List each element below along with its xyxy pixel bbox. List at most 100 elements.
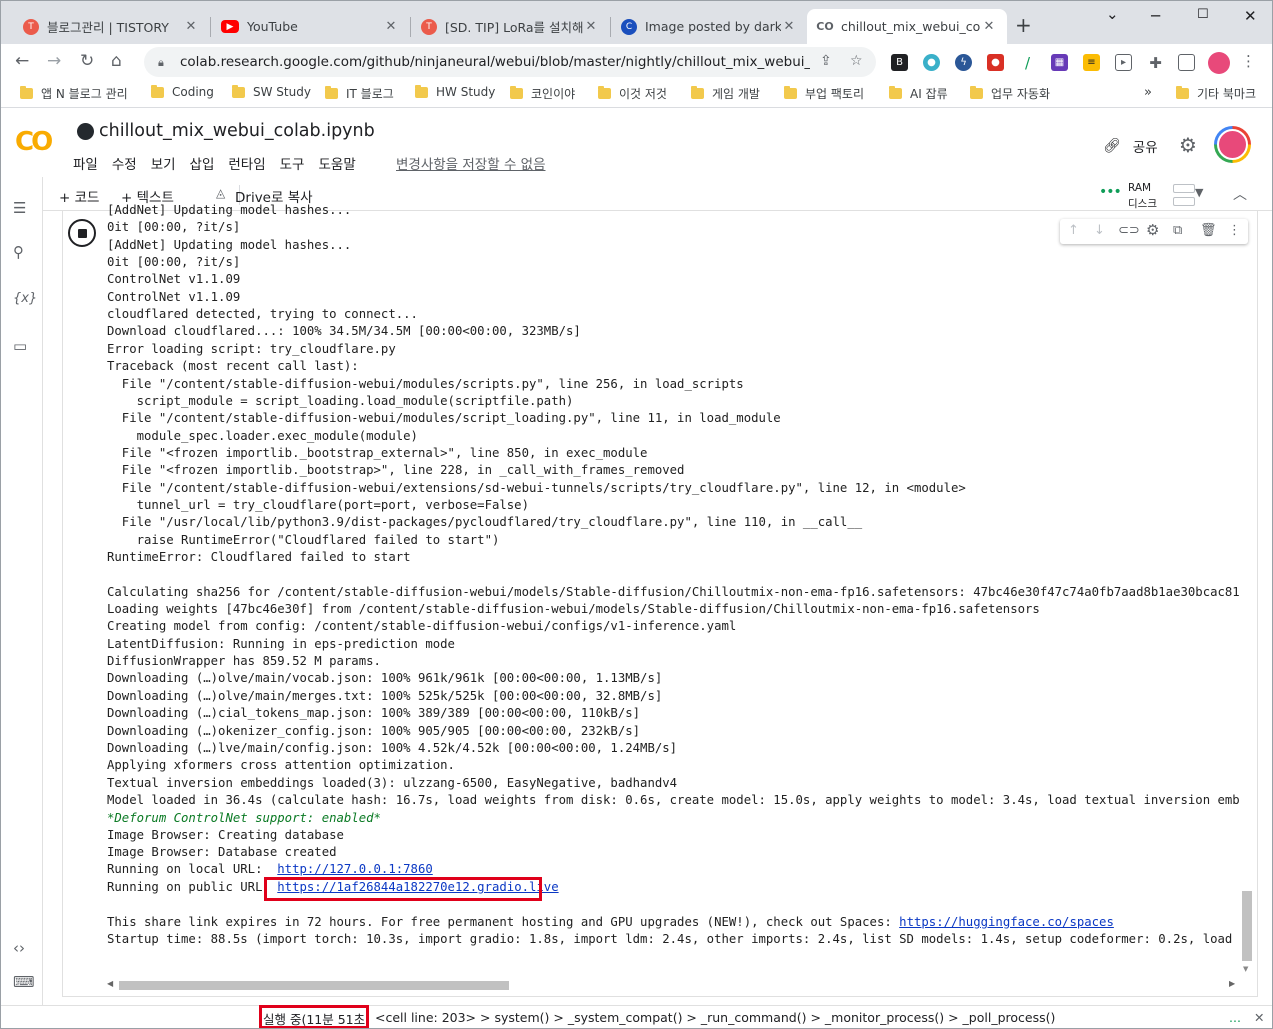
- menu-insert[interactable]: 삽입: [190, 153, 215, 173]
- variables-icon[interactable]: {x}: [13, 291, 37, 306]
- window-close-button[interactable]: ✕: [1244, 7, 1257, 25]
- extension-record-icon[interactable]: ●: [987, 54, 1004, 71]
- extension-highlight-icon[interactable]: ≡: [1083, 54, 1100, 71]
- output-line: 0it [00:00, ?it/s]: [107, 255, 241, 270]
- vertical-scrollbar[interactable]: ▼: [1241, 213, 1253, 977]
- new-tab-button[interactable]: +: [1015, 13, 1032, 37]
- unsaved-notice[interactable]: 변경사항을 저장할 수 없음: [396, 153, 546, 173]
- output-line: Downloading (…)olve/main/merges.txt: 100…: [107, 688, 663, 703]
- other-bookmarks[interactable]: 기타 북마크: [1176, 85, 1256, 102]
- menu-help[interactable]: 도움말: [318, 153, 355, 173]
- search-icon[interactable]: ⚲: [13, 243, 24, 261]
- scrollbar-thumb[interactable]: [119, 981, 509, 990]
- link-icon[interactable]: ⊂⊃: [1118, 223, 1140, 238]
- maximize-button[interactable]: ☐: [1197, 7, 1209, 22]
- tab-strip: T 블로그관리 | TISTORY ✕ ▶ YouTube ✕ T [SD. T…: [1, 1, 1272, 44]
- forward-button[interactable]: →: [47, 51, 61, 71]
- gear-icon[interactable]: ⚙: [1179, 133, 1197, 157]
- menu-file[interactable]: 파일: [73, 153, 98, 173]
- stop-execution-button[interactable]: [68, 219, 96, 247]
- extensions-puzzle-icon[interactable]: ✚: [1147, 54, 1164, 72]
- output-line: Download cloudflared...: 100% 34.5M/34.5…: [107, 324, 581, 339]
- menu-view[interactable]: 보기: [151, 153, 176, 173]
- bookmark-folder[interactable]: 이것 저것: [598, 85, 667, 102]
- local-url-link[interactable]: http://127.0.0.1:7860: [277, 862, 432, 876]
- home-icon[interactable]: ⌂: [111, 51, 122, 71]
- notebook-title[interactable]: chillout_mix_webui_colab.ipynb: [99, 121, 375, 141]
- reload-button[interactable]: ↻: [80, 51, 94, 71]
- close-icon[interactable]: ✕: [781, 19, 797, 34]
- close-icon[interactable]: ✕: [183, 19, 199, 34]
- tab-colab[interactable]: CO chillout_mix_webui_colab ✕: [807, 9, 1007, 44]
- minimize-button[interactable]: ─: [1151, 7, 1160, 25]
- terminal-icon[interactable]: ⌨: [13, 973, 35, 991]
- gear-icon[interactable]: ⚙: [1146, 221, 1159, 239]
- tab-search-icon[interactable]: ⌄: [1106, 5, 1119, 23]
- tab-civitai[interactable]: C Image posted by darkstone ✕: [611, 9, 807, 44]
- folder-icon[interactable]: ▭: [13, 337, 27, 355]
- avatar[interactable]: [1214, 126, 1251, 163]
- chevron-down-icon[interactable]: ▼: [1195, 186, 1203, 199]
- extension-grid-icon[interactable]: ▦: [1051, 54, 1068, 71]
- bookmark-folder[interactable]: IT 블로그: [325, 85, 394, 102]
- tab-tistory[interactable]: T 블로그관리 | TISTORY ✕: [13, 9, 209, 44]
- close-icon[interactable]: ✕: [981, 19, 997, 34]
- extension-b-icon[interactable]: B: [891, 54, 908, 71]
- move-down-icon[interactable]: ↓: [1094, 223, 1105, 238]
- avatar[interactable]: [1208, 52, 1230, 74]
- extension-chat-icon[interactable]: ●: [923, 54, 940, 71]
- menu-edit[interactable]: 수정: [112, 153, 137, 173]
- back-button[interactable]: ←: [15, 51, 29, 71]
- bookmarks-overflow-button[interactable]: »: [1144, 85, 1152, 100]
- more-icon[interactable]: ⋮: [1228, 223, 1241, 238]
- spaces-link[interactable]: https://huggingface.co/spaces: [899, 915, 1114, 929]
- share-page-icon[interactable]: ⇪: [820, 53, 832, 69]
- bookmark-star-icon[interactable]: ☆: [850, 53, 863, 69]
- chevron-up-icon[interactable]: ︿: [1233, 184, 1247, 204]
- bookmark-folder[interactable]: SW Study: [232, 84, 311, 99]
- close-icon[interactable]: ✕: [1254, 1010, 1264, 1025]
- toc-icon[interactable]: ☰: [13, 199, 26, 217]
- bookmark-folder[interactable]: HW Study: [415, 84, 495, 99]
- close-icon[interactable]: ✕: [583, 19, 599, 34]
- more-menu-icon[interactable]: ⋮: [1241, 52, 1256, 70]
- colab-logo[interactable]: CO: [15, 127, 53, 157]
- bookmark-folder[interactable]: Coding: [151, 84, 214, 99]
- code-snippets-icon[interactable]: ‹›: [13, 939, 25, 957]
- call-stack[interactable]: <cell line: 203> > system() > _system_co…: [375, 1010, 1055, 1025]
- bookmark-folder[interactable]: AI 잡류: [889, 85, 948, 102]
- side-panel-icon[interactable]: [1178, 54, 1195, 71]
- bookmark-folder[interactable]: 업무 자동화: [970, 85, 1050, 102]
- extension-bolt-icon[interactable]: ϟ: [955, 54, 972, 71]
- folder-icon: [784, 86, 797, 99]
- add-code-button[interactable]: + 코드: [59, 186, 99, 206]
- scroll-right-icon[interactable]: ▶: [1229, 979, 1235, 988]
- menu-tools[interactable]: 도구: [280, 153, 305, 173]
- extension-media-icon[interactable]: ▸: [1115, 54, 1132, 71]
- tab-sd-tip[interactable]: T [SD. TIP] LoRa를 설치해서 ✕: [411, 9, 609, 44]
- bookmark-folder[interactable]: 앱 N 블로그 관리: [20, 85, 128, 102]
- bookmark-folder[interactable]: 게임 개발: [691, 85, 760, 102]
- folder-icon: [232, 84, 245, 98]
- mirror-cell-icon[interactable]: ⧉: [1173, 223, 1182, 238]
- folder-icon: [598, 86, 611, 99]
- output-line: Downloading (…)cial_tokens_map.json: 100…: [107, 706, 641, 721]
- civitai-icon: C: [621, 18, 637, 35]
- delete-icon[interactable]: 🗑︎: [1200, 223, 1217, 238]
- address-bar[interactable]: 🔒︎ colab.research.google.com/github/ninj…: [144, 47, 876, 77]
- scrollbar-thumb[interactable]: [1242, 891, 1252, 961]
- url-text[interactable]: colab.research.google.com/github/ninjane…: [180, 54, 810, 70]
- more-icon[interactable]: ...: [1229, 1010, 1241, 1025]
- move-up-icon[interactable]: ↑: [1068, 223, 1079, 238]
- bookmark-folder[interactable]: 부업 팩토리: [784, 85, 864, 102]
- tab-youtube[interactable]: ▶ YouTube ✕: [211, 9, 409, 44]
- close-icon[interactable]: ✕: [383, 19, 399, 34]
- menu-runtime[interactable]: 런타임: [228, 153, 265, 173]
- scroll-down-icon[interactable]: ▼: [1243, 965, 1248, 973]
- scroll-left-icon[interactable]: ◀: [107, 979, 113, 988]
- extension-pen-icon[interactable]: /: [1019, 54, 1036, 72]
- bookmark-folder[interactable]: 코인이야: [510, 85, 575, 102]
- share-button[interactable]: 🔗︎ 공유: [1103, 136, 1158, 156]
- horizontal-scrollbar[interactable]: ◀ ▶: [105, 978, 1239, 992]
- github-icon: [77, 123, 94, 140]
